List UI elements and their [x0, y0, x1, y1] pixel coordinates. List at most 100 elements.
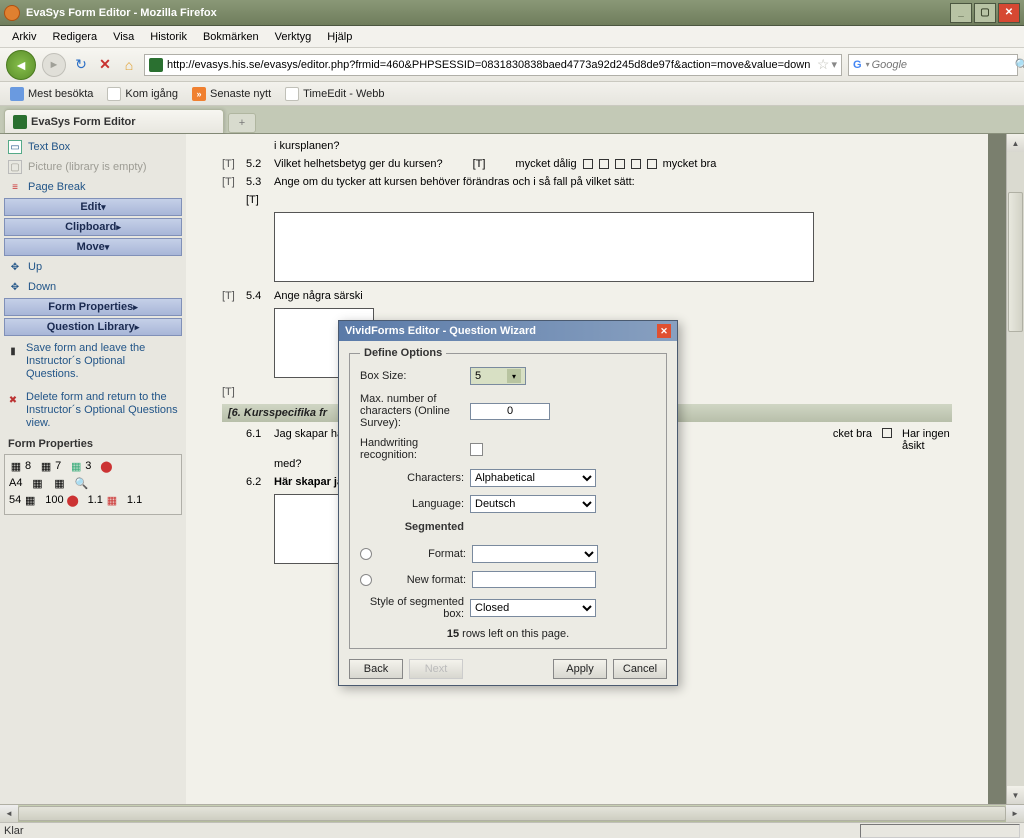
window-titlebar: EvaSys Form Editor - Mozilla Firefox _ ▢…: [0, 0, 1024, 26]
sidebar-head-move[interactable]: Move: [4, 238, 182, 256]
forward-button[interactable]: ►: [42, 53, 66, 77]
sidebar-item-down[interactable]: ✥Down: [4, 278, 182, 296]
dialog-titlebar[interactable]: VividForms Editor - Question Wizard ✕: [339, 321, 677, 341]
prop-cell: A4: [9, 477, 22, 489]
option-box[interactable]: [647, 159, 657, 169]
sidebar-head-clipboard[interactable]: Clipboard: [4, 218, 182, 236]
style-select[interactable]: Closed: [470, 599, 596, 617]
bookmark-latest-news[interactable]: »Senaste nytt: [186, 85, 277, 103]
cancel-button[interactable]: Cancel: [613, 659, 667, 679]
menu-file[interactable]: Arkiv: [4, 29, 44, 45]
menu-bookmarks[interactable]: Bokmärken: [195, 29, 267, 45]
url-bar[interactable]: ☆ ▾: [144, 54, 842, 76]
text-marker-icon: [T]: [473, 158, 486, 170]
question-text: Vilket helhetsbetyg ger du kursen?: [274, 158, 443, 170]
sidebar-head-edit[interactable]: Edit: [4, 198, 182, 216]
menu-help[interactable]: Hjälp: [319, 29, 360, 45]
max-chars-label: Max. number of characters (Online Survey…: [360, 393, 470, 429]
reload-button[interactable]: ↻: [72, 56, 90, 74]
url-input[interactable]: [167, 59, 813, 71]
close-button[interactable]: ✕: [998, 3, 1020, 23]
firefox-icon: [4, 5, 20, 21]
vertical-scrollbar[interactable]: ▲ ▼: [1006, 134, 1024, 804]
dialog-title: VividForms Editor - Question Wizard: [345, 325, 536, 337]
new-format-radio[interactable]: [360, 574, 372, 586]
sidebar-head-qlib[interactable]: Question Library: [4, 318, 182, 336]
question-text: Ange om du tycker att kursen behöver för…: [274, 176, 952, 188]
text-marker-icon: [T]: [246, 194, 274, 206]
sidebar-head-formprops[interactable]: Form Properties: [4, 298, 182, 316]
url-dropdown-icon[interactable]: ▾: [831, 58, 837, 71]
prop-cell: 1.1: [127, 494, 142, 506]
open-answer-box[interactable]: [274, 212, 814, 282]
scrollbar-thumb[interactable]: [1008, 192, 1023, 332]
bookmark-getting-started[interactable]: Kom igång: [101, 85, 184, 103]
question-wizard-dialog: VividForms Editor - Question Wizard ✕ De…: [338, 320, 678, 686]
horizontal-scrollbar[interactable]: ◄ ►: [0, 804, 1024, 822]
bookmark-star-icon[interactable]: ☆: [817, 56, 830, 73]
sidebar-item-textbox[interactable]: ▭Text Box: [4, 138, 182, 156]
scroll-left-button[interactable]: ◄: [0, 805, 18, 822]
handwriting-checkbox[interactable]: [470, 443, 483, 456]
menu-edit[interactable]: Redigera: [44, 29, 105, 45]
sidebar-item-pagebreak[interactable]: ≡Page Break: [4, 178, 182, 196]
box-size-label: Box Size:: [360, 370, 470, 382]
language-select[interactable]: Deutsch: [470, 495, 596, 513]
google-icon: G: [853, 58, 862, 72]
format-radio[interactable]: [360, 548, 372, 560]
characters-select[interactable]: Alphabetical: [470, 469, 596, 487]
text-marker-icon: [T]: [222, 386, 246, 398]
scroll-up-button[interactable]: ▲: [1007, 134, 1024, 152]
new-format-input[interactable]: [472, 571, 596, 588]
option-box[interactable]: [583, 159, 593, 169]
question-row: [T] 5.3 Ange om du tycker att kursen beh…: [222, 176, 952, 188]
format-select[interactable]: [472, 545, 598, 563]
form-properties-panel: ▦8 ▦7 ▦3 ⬤ A4 ▦ ▦ 🔍 54▦ 100⬤ 1.1▦ 1.1: [4, 454, 182, 515]
menu-view[interactable]: Visa: [105, 29, 142, 45]
back-button[interactable]: ◄: [6, 50, 36, 80]
scrollbar-thumb[interactable]: [18, 806, 1006, 821]
maximize-button[interactable]: ▢: [974, 3, 996, 23]
text-marker-icon: [T]: [222, 158, 246, 170]
back-button[interactable]: Back: [349, 659, 403, 679]
search-box[interactable]: G ▾ 🔍: [848, 54, 1018, 76]
question-row: [T] 5.2 Vilket helhetsbetyg ger du kurse…: [222, 158, 952, 170]
max-chars-input[interactable]: [470, 403, 550, 420]
tab-strip: EvaSys Form Editor +: [0, 106, 1024, 134]
rows-left-text: 15 rows left on this page.: [360, 628, 656, 640]
minimize-button[interactable]: _: [950, 3, 972, 23]
box-size-select[interactable]: 5 ▾: [470, 367, 526, 385]
menu-tools[interactable]: Verktyg: [267, 29, 320, 45]
prop-cell: ▦8: [9, 459, 31, 473]
search-icon[interactable]: 🔍: [1015, 58, 1024, 72]
style-label: Style of segmented box:: [360, 596, 470, 620]
option-box[interactable]: [615, 159, 625, 169]
new-tab-button[interactable]: +: [228, 113, 256, 133]
dropdown-arrow-icon: ▾: [507, 369, 521, 383]
bookmark-most-visited[interactable]: Mest besökta: [4, 85, 99, 103]
sidebar-link-delete[interactable]: ✖Delete form and return to the Instructo…: [4, 387, 182, 434]
bookmark-timeedit[interactable]: TimeEdit - Webb: [279, 85, 390, 103]
scale-right-label: mycket bra: [663, 158, 717, 170]
bookmarks-bar: Mest besökta Kom igång »Senaste nytt Tim…: [0, 82, 1024, 106]
option-box[interactable]: [631, 159, 641, 169]
sidebar-link-save[interactable]: ▮Save form and leave the Instructor´s Op…: [4, 338, 182, 385]
search-dropdown-icon[interactable]: ▾: [866, 60, 870, 69]
scale-left-label: mycket dålig: [515, 158, 576, 170]
home-button[interactable]: ⌂: [120, 56, 138, 74]
scroll-down-button[interactable]: ▼: [1007, 786, 1024, 804]
apply-button[interactable]: Apply: [553, 659, 607, 679]
menu-history[interactable]: Historik: [142, 29, 195, 45]
site-favicon: [149, 58, 163, 72]
tab-favicon: [13, 115, 27, 129]
segmented-label: Segmented: [360, 521, 470, 533]
option-box[interactable]: [882, 428, 892, 438]
stop-button[interactable]: ✕: [96, 56, 114, 74]
sidebar-item-up[interactable]: ✥Up: [4, 258, 182, 276]
dialog-close-button[interactable]: ✕: [657, 324, 671, 338]
scroll-right-button[interactable]: ►: [1006, 805, 1024, 822]
search-input[interactable]: [872, 59, 1015, 71]
tab-evasys[interactable]: EvaSys Form Editor: [4, 109, 224, 133]
prop-cell: ⬤: [99, 459, 113, 473]
option-box[interactable]: [599, 159, 609, 169]
